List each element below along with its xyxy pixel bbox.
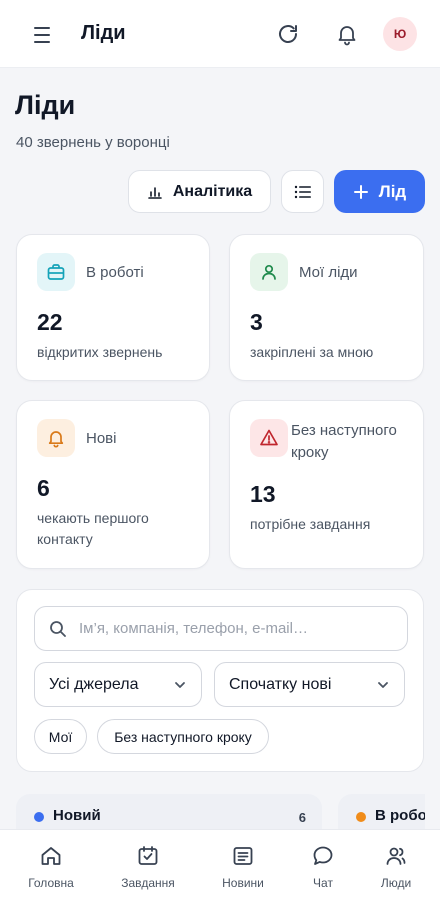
stat-description: потрібне завдання [250,516,371,532]
calendar-check-icon [138,846,158,865]
nav-label: Завдання [121,876,175,890]
search-input[interactable]: Ім’я, компанія, телефон, e-mail… [34,606,408,651]
add-lead-button[interactable]: Лід [334,170,425,213]
chip-mine[interactable]: Мої [34,719,87,754]
nav-chat[interactable]: Чат [288,844,358,890]
page-subtitle: 40 звернень у воронці [16,134,170,151]
column-count: 6 [298,810,306,825]
stat-card-in-progress[interactable]: В роботі 22 відкритих звернень [16,234,210,381]
warning-icon [250,419,288,457]
chevron-down-icon [175,682,185,688]
chip-no-next-step[interactable]: Без наступного кроку [97,719,269,754]
nav-label: Чат [313,876,333,890]
refresh-icon[interactable] [276,22,300,46]
search-icon [50,620,66,637]
source-select-value: Усі джерела [49,675,139,693]
chevron-down-icon [378,682,388,688]
stat-label: Нові [86,430,117,447]
stat-label: Без наступного кроку [291,422,397,461]
nav-label: Головна [28,876,74,890]
notifications-bell-icon[interactable] [335,22,359,46]
user-icon [250,253,288,291]
stat-value: 13 [250,481,276,507]
sort-select[interactable]: Спочатку нові [214,662,405,707]
nav-label: Новини [222,876,264,890]
column-name: В робо [375,807,425,824]
sort-select-value: Спочатку нові [229,675,332,693]
status-dot [34,812,44,822]
stat-description: чекають першого контакту [37,510,149,547]
stat-label: Мої ліди [299,264,358,281]
stat-description: відкритих звернень [37,344,163,360]
filters-panel: Ім’я, компанія, телефон, e-mail… Усі дже… [16,589,424,772]
menu-icon[interactable] [32,24,56,46]
stat-value: 3 [250,309,263,335]
status-dot [356,812,366,822]
list-view-button[interactable] [281,170,324,213]
bottom-navigation: Головна Завдання Новини Чат Люди [0,829,440,902]
stat-value: 6 [37,475,50,501]
source-select[interactable]: Усі джерела [34,662,202,707]
people-icon [386,847,406,865]
list-icon [294,185,311,198]
nav-people[interactable]: Люди [361,844,431,890]
app-bar-title: Ліди [81,22,126,44]
bar-chart-icon [148,186,162,199]
nav-tasks[interactable]: Завдання [113,844,183,890]
analytics-button[interactable]: Аналітика [128,170,271,213]
column-name: Новий [53,807,101,824]
top-bar: Ліди Ю [0,0,440,68]
add-lead-button-label: Лід [378,181,407,201]
stat-card-new[interactable]: Нові 6 чекають першого контакту [16,400,210,569]
chat-icon [313,846,333,865]
stat-value: 22 [37,309,63,335]
search-placeholder: Ім’я, компанія, телефон, e-mail… [79,620,308,637]
stat-card-no-next-step[interactable]: Без наступного кроку 13 потрібне завданн… [229,400,424,569]
plus-icon [353,184,368,199]
analytics-button-label: Аналітика [172,182,253,200]
bell-icon [37,419,75,457]
nav-news[interactable]: Новини [208,844,278,890]
stat-label: В роботі [86,264,144,281]
nav-home[interactable]: Головна [16,844,86,890]
stat-description: закріплені за мною [250,344,374,360]
news-icon [233,847,253,865]
stat-card-my-leads[interactable]: Мої ліди 3 закріплені за мною [229,234,424,381]
nav-label: Люди [380,876,412,890]
home-icon [41,847,61,865]
page-title: Ліди [15,90,76,120]
user-avatar[interactable]: Ю [383,17,417,51]
briefcase-icon [37,253,75,291]
